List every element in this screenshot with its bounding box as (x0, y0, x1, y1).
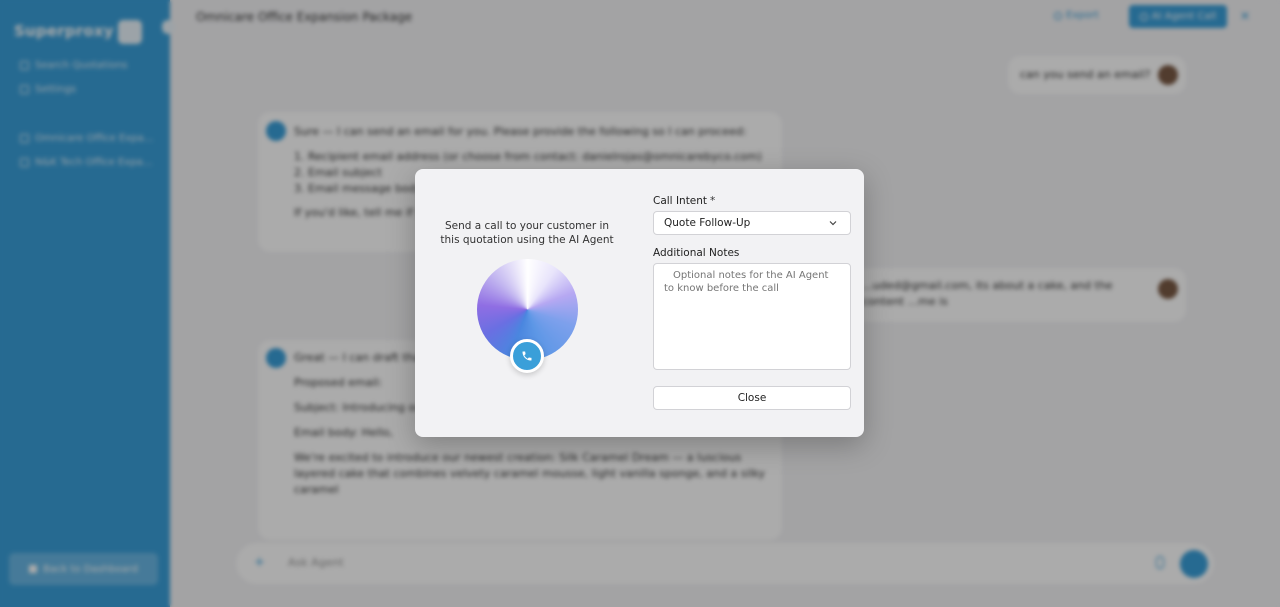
ai-agent-call-dialog: Send a call to your customer in this quo… (415, 169, 864, 437)
call-intent-label: Call Intent * (653, 195, 715, 207)
phone-icon (522, 351, 532, 361)
call-intent-select[interactable]: Quote Follow-Up (653, 211, 851, 235)
dialog-description: Send a call to your customer in this quo… (440, 220, 614, 246)
call-intent-value: Quote Follow-Up (664, 217, 751, 229)
chevron-down-icon (829, 221, 837, 226)
start-call-button[interactable] (510, 339, 544, 373)
additional-notes-textarea[interactable] (653, 263, 851, 370)
call-intent-label-text: Call Intent (653, 195, 708, 207)
additional-notes-label: Additional Notes (653, 247, 740, 259)
close-button[interactable]: Close (653, 386, 851, 410)
required-mark: * (710, 195, 716, 207)
